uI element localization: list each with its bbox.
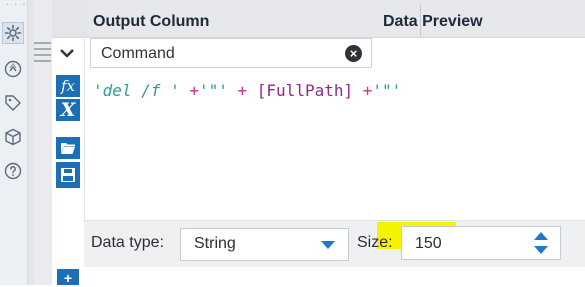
folder-open-icon (61, 143, 75, 154)
expr-token: + (353, 81, 373, 100)
dropdown-arrow-icon (321, 241, 335, 249)
annotation-icon[interactable] (2, 58, 24, 80)
size-value: 150 (415, 235, 442, 252)
drag-handle-icon[interactable]: · · · (6, 0, 27, 10)
gear-icon[interactable] (2, 22, 24, 44)
save-icon (61, 168, 75, 182)
output-column-field[interactable]: × (90, 38, 372, 68)
clear-icon[interactable]: × (345, 45, 362, 62)
expr-token: '"' (372, 81, 402, 100)
expr-token: '"' (198, 81, 228, 100)
header-spacer (52, 0, 88, 37)
expr-token: [FullPath] (256, 81, 354, 100)
config-rail: · · · (0, 0, 28, 285)
cube-icon[interactable] (2, 126, 24, 148)
save-button[interactable] (56, 162, 80, 188)
expr-token: + (227, 81, 257, 100)
add-field-button[interactable]: + (57, 269, 79, 286)
functions-button[interactable]: fx (56, 75, 80, 97)
expr-token: + (179, 81, 199, 100)
row-drag-handle-icon[interactable] (34, 42, 51, 62)
data-type-value: String (194, 235, 236, 252)
chevron-down-icon[interactable] (56, 42, 78, 64)
help-icon[interactable] (2, 160, 24, 182)
variables-button[interactable]: X (56, 99, 80, 121)
tag-icon[interactable] (2, 92, 24, 114)
data-type-select[interactable]: String (180, 228, 349, 261)
grid-header: Output Column Data Preview (52, 0, 585, 38)
size-label: Size: (357, 234, 393, 251)
data-type-label: Data type: (91, 234, 164, 251)
spin-down-icon[interactable] (534, 246, 548, 254)
expression-text[interactable]: 'del /f ' +'"' + [FullPath] +'"' (93, 81, 401, 100)
spin-up-icon[interactable] (534, 232, 548, 240)
open-folder-button[interactable] (56, 137, 80, 159)
output-column-header[interactable]: Output Column (93, 0, 209, 37)
data-preview-header[interactable]: Data Preview (383, 0, 483, 37)
output-column-input[interactable] (101, 43, 331, 65)
expr-token: 'del /f ' (93, 81, 180, 100)
size-spinner[interactable] (521, 226, 561, 260)
